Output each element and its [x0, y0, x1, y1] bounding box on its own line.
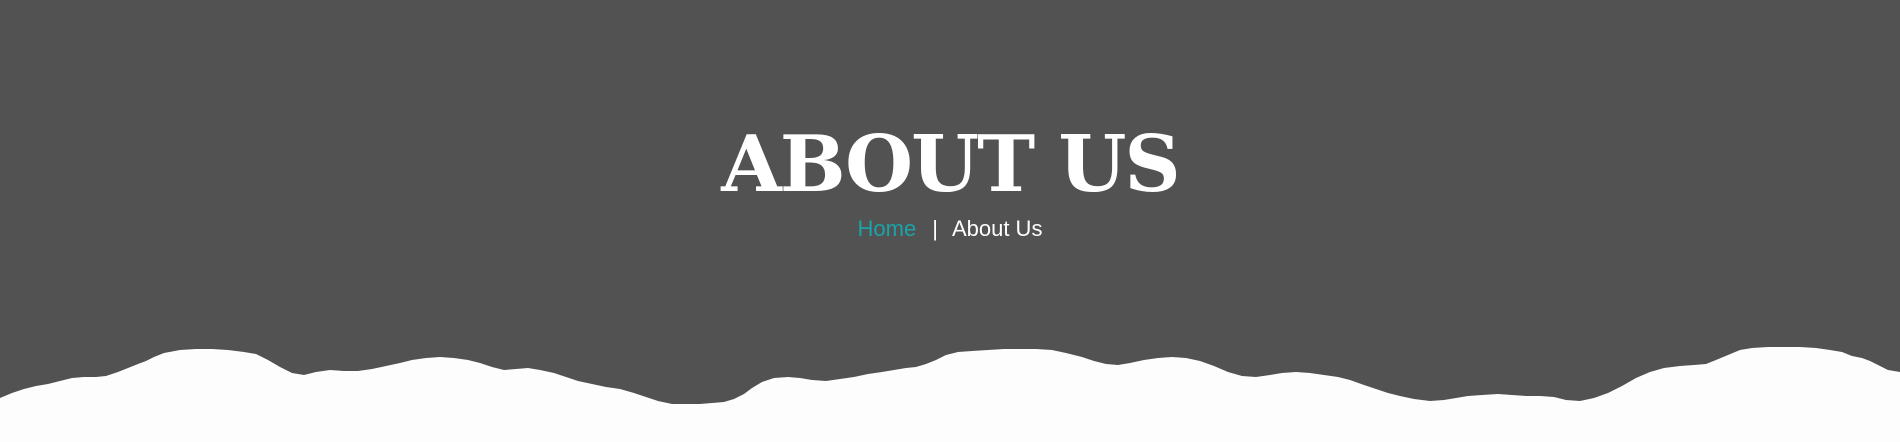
page-title: ABOUT US — [721, 119, 1180, 210]
page-hero-banner: ABOUT US Home | About Us — [0, 0, 1900, 442]
breadcrumb-current-page: About Us — [951, 216, 1043, 241]
breadcrumb-separator: | — [932, 216, 938, 241]
breadcrumb: Home | About Us — [0, 214, 1900, 244]
breadcrumb-home-link[interactable]: Home — [858, 216, 917, 241]
